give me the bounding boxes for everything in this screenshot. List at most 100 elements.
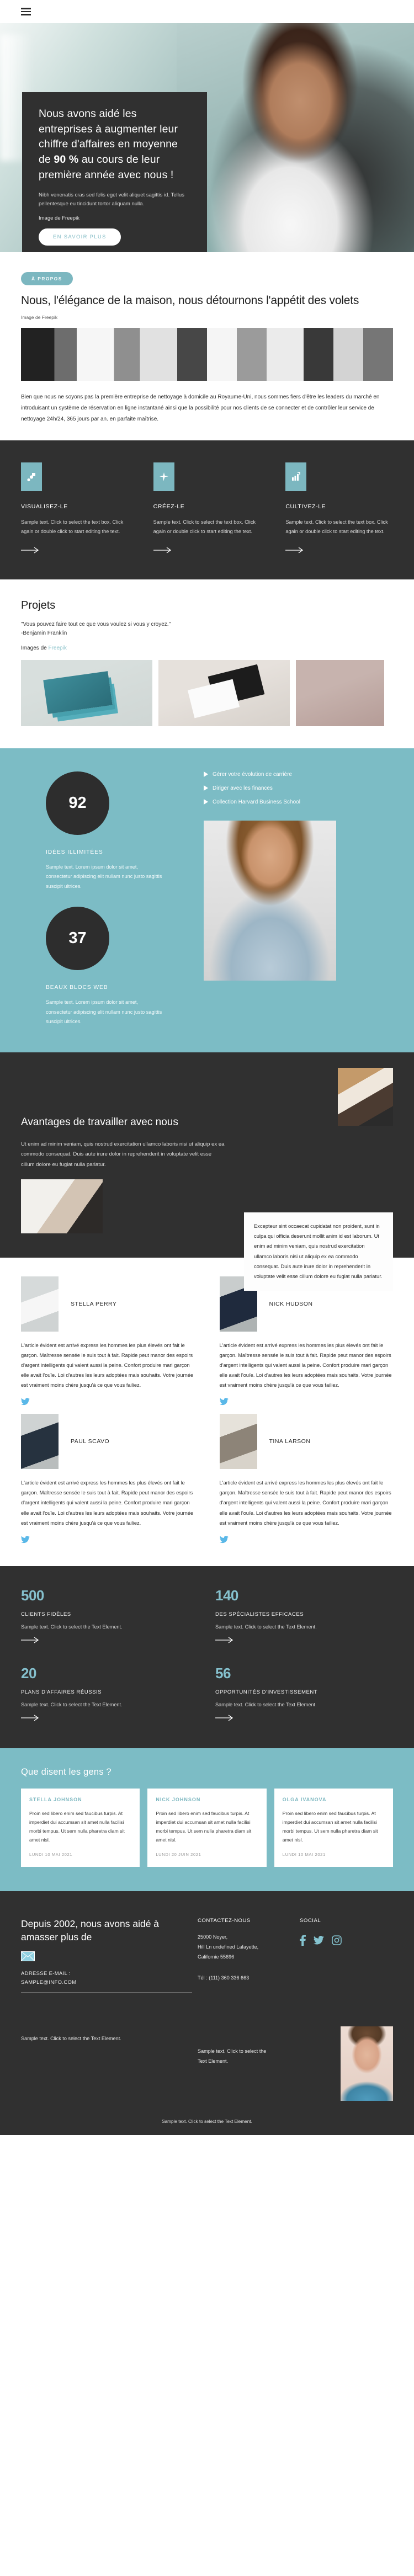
feature-arrow-icon[interactable] xyxy=(285,546,304,556)
projects-section: Projets "Vous pouvez faire tout ce que v… xyxy=(0,579,414,748)
hero-heading: Nous avons aidé les entreprises à augmen… xyxy=(39,108,178,181)
testimonials-title: Que disent les gens ? xyxy=(21,1766,112,1777)
avatar xyxy=(219,1414,257,1470)
testimonial-name: NICK JOHNSON xyxy=(156,1796,201,1802)
twitter-icon[interactable] xyxy=(219,1536,229,1546)
site-header xyxy=(0,0,414,23)
stat-number: 56 xyxy=(215,1664,231,1681)
checklist: Gérer votre évolution de carrière Dirige… xyxy=(204,771,369,805)
feature-arrow-icon[interactable] xyxy=(153,546,172,556)
about-title: Nous, l'élégance de la maison, nous déto… xyxy=(21,294,359,307)
hero-image-credit: Image de Freepik xyxy=(39,215,79,221)
bar-chart-icon xyxy=(285,462,307,491)
stat-text: Sample text. Click to select the Text El… xyxy=(215,1701,317,1707)
stat-label: PLANS D'AFFAIRES RÉUSSIS xyxy=(21,1689,102,1695)
testimonial-text: Proin sed libero enim sed faucibus turpi… xyxy=(29,1810,125,1843)
list-item: Collection Harvard Business School xyxy=(204,799,369,805)
hero-card: Nous avons aidé les entreprises à augmen… xyxy=(22,92,207,252)
about-body-text: Bien que nous ne soyons pas la première … xyxy=(21,393,380,422)
testimonial-date: LUNDI 10 MAI 2021 xyxy=(282,1852,326,1858)
project-thumbnail[interactable] xyxy=(296,659,384,726)
about-tag-badge: À PROPOS xyxy=(21,272,73,285)
team-member-name: PAUL SCAVO xyxy=(71,1438,110,1445)
team-section: STELLA PERRY L'article évident est arriv… xyxy=(0,1257,414,1566)
testimonial-card: STELLA JOHNSON Proin sed libero enim sed… xyxy=(21,1788,140,1867)
stat-arrow-icon[interactable] xyxy=(215,1714,234,1724)
about-image-credit: Image de Freepik xyxy=(21,314,58,320)
about-section: À PROPOS Nous, l'élégance de la maison, … xyxy=(0,252,414,440)
triangle-bullet-icon xyxy=(204,799,208,805)
hamburger-menu-icon[interactable] xyxy=(21,6,31,17)
footer-portrait-photo xyxy=(341,2026,393,2101)
feature-card: CULTIVEZ-LE Sample text. Click to select… xyxy=(285,462,393,556)
stat-arrow-icon[interactable] xyxy=(21,1636,40,1646)
project-thumbnail[interactable] xyxy=(21,659,152,726)
twitter-icon[interactable] xyxy=(21,1536,30,1546)
list-item: Diriger avec les finances xyxy=(204,785,369,791)
project-thumbnail[interactable] xyxy=(158,659,290,726)
team-member-bio: L'article évident est arrivé express les… xyxy=(21,1480,194,1526)
feature-text: Sample text. Click to select the text bo… xyxy=(21,519,124,534)
stat-block: 140 DES SPÉCIALISTES EFFICACES Sample te… xyxy=(215,1587,381,1646)
stat-number: 140 xyxy=(215,1587,238,1604)
stat-number: 20 xyxy=(21,1664,36,1681)
stat-text: Sample text. Lorem ipsum dolor sit amet,… xyxy=(46,864,162,889)
hero-body-text: Nibh venenatis cras sed felis eget velit… xyxy=(39,192,184,207)
hero-background-photo xyxy=(177,23,414,252)
team-member-bio: L'article évident est arrivé express les… xyxy=(219,1480,392,1526)
testimonial-text: Proin sed libero enim sed faucibus turpi… xyxy=(282,1810,378,1843)
projects-image-credit: Images de Freepik xyxy=(21,645,67,651)
stat-block: 56 OPPORTUNITÉS D'INVESTISSEMENT Sample … xyxy=(215,1665,381,1724)
facebook-icon[interactable] xyxy=(300,1935,306,1949)
avatar xyxy=(21,1414,59,1470)
stat-label: OPPORTUNITÉS D'INVESTISSEMENT xyxy=(215,1689,318,1695)
feature-card: CRÉEZ-LE Sample text. Click to select th… xyxy=(153,462,261,556)
feature-card: VISUALISEZ-LE Sample text. Click to sele… xyxy=(21,462,129,556)
footer-address: 25000 Noyer, Hill Ln undefined Lafayette… xyxy=(198,1934,259,1960)
freepik-link[interactable]: Freepik xyxy=(48,645,66,651)
team-member: STELLA PERRY L'article évident est arriv… xyxy=(21,1276,195,1409)
footer-mid-sample-text: Sample text. Click to select the Text El… xyxy=(198,2048,267,2064)
stat-title: BEAUX BLOCS WEB xyxy=(46,984,108,991)
team-member: NICK HUDSON L'article évident est arrivé… xyxy=(219,1276,394,1409)
footer-phone[interactable]: Tél : (111) 360 336 663 xyxy=(198,1975,300,1981)
twitter-icon[interactable] xyxy=(21,1398,30,1408)
stat-arrow-icon[interactable] xyxy=(215,1636,234,1646)
footer-bottom-text: Sample text. Click to select the Text El… xyxy=(162,2119,252,2124)
feature-arrow-icon[interactable] xyxy=(21,546,40,556)
twitter-icon[interactable] xyxy=(314,1936,324,1947)
stat-arrow-icon[interactable] xyxy=(21,1714,40,1724)
stat-text: Sample text. Click to select the Text El… xyxy=(21,1701,123,1707)
hero-cta-button[interactable]: EN SAVOIR PLUS xyxy=(39,228,121,246)
stat-text: Sample text. Click to select the Text El… xyxy=(21,1624,123,1630)
footer-divider xyxy=(21,1992,192,1993)
twitter-icon[interactable] xyxy=(219,1398,229,1408)
team-member-name: TINA LARSON xyxy=(269,1438,311,1445)
features-section: VISUALISEZ-LE Sample text. Click to sele… xyxy=(0,440,414,579)
teal-stats-column: 92 IDÉES ILLIMITÉES Sample text. Lorem i… xyxy=(21,771,189,1027)
about-team-photo xyxy=(21,327,393,381)
testimonial-name: STELLA JOHNSON xyxy=(29,1796,82,1802)
footer-headline: Depuis 2002, nous avons aidé à amasser p… xyxy=(21,1918,160,1942)
stat-text: Sample text. Click to select the Text El… xyxy=(215,1624,317,1630)
stat-title: IDÉES ILLIMITÉES xyxy=(46,849,103,855)
list-item: Gérer votre évolution de carrière xyxy=(204,771,369,778)
stat-block: 500 CLIENTS FIDÈLES Sample text. Click t… xyxy=(21,1587,187,1646)
footer-left-column: Depuis 2002, nous avons aidé à amasser p… xyxy=(21,1918,198,2066)
stat-circle: 92 xyxy=(46,771,109,835)
footer-left-sample-text: Sample text. Click to select the Text El… xyxy=(21,2036,121,2042)
instagram-icon[interactable] xyxy=(332,1935,342,1948)
testimonial-text: Proin sed libero enim sed faucibus turpi… xyxy=(156,1810,252,1843)
stat-circle: 37 xyxy=(46,907,109,971)
footer-email[interactable]: ADRESSE E-MAIL : SAMPLE@INFO.COM xyxy=(21,1969,198,1987)
testimonial-card: OLGA IVANOVA Proin sed libero enim sed f… xyxy=(274,1788,393,1867)
testimonial-name: OLGA IVANOVA xyxy=(282,1796,327,1802)
page-root: Nous avons aidé les entreprises à augmen… xyxy=(0,0,414,2135)
advantages-photo-top xyxy=(338,1067,393,1126)
projects-title: Projets xyxy=(21,599,56,611)
envelope-icon[interactable] xyxy=(21,1951,35,1962)
triangle-bullet-icon xyxy=(204,785,208,791)
advantages-section: Avantages de travailler avec nous Ut eni… xyxy=(0,1052,414,1291)
carousel-next-icon[interactable]: ❯ xyxy=(388,664,400,676)
team-member-name: STELLA PERRY xyxy=(71,1300,117,1307)
